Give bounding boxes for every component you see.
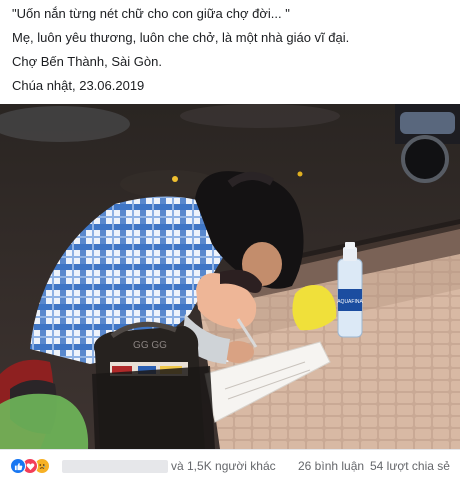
bag-logo: GG GG (133, 340, 167, 351)
caption-line-quote: "Uốn nắn từng nét chữ cho con giữa chợ đ… (12, 6, 290, 21)
reaction-count[interactable]: và 1,5K người khác (171, 459, 276, 473)
handbag: GG GG (92, 321, 215, 449)
bottle-label: AQUAFINA (337, 299, 363, 305)
comment-count-link[interactable]: 26 bình luận (298, 459, 364, 473)
like-icon (10, 458, 26, 474)
share-count-link[interactable]: 54 lượt chia sẻ (370, 459, 450, 473)
reaction-icons[interactable] (10, 458, 50, 474)
blurred-reactor-name (62, 460, 168, 473)
post-reactions-bar: và 1,5K người khác 26 bình luận 54 lượt … (0, 450, 460, 480)
caption-line-tribute: Mẹ, luôn yêu thương, luôn che chở, là mộ… (12, 30, 350, 45)
post-caption: "Uốn nắn từng nét chữ cho con giữa chợ đ… (12, 6, 452, 102)
caption-line-location: Chợ Bến Thành, Sài Gòn. (12, 54, 162, 69)
caption-line-date: Chúa nhật, 23.06.2019 (12, 78, 145, 93)
post-photo[interactable]: AQUAFINA GG GG (0, 104, 460, 449)
